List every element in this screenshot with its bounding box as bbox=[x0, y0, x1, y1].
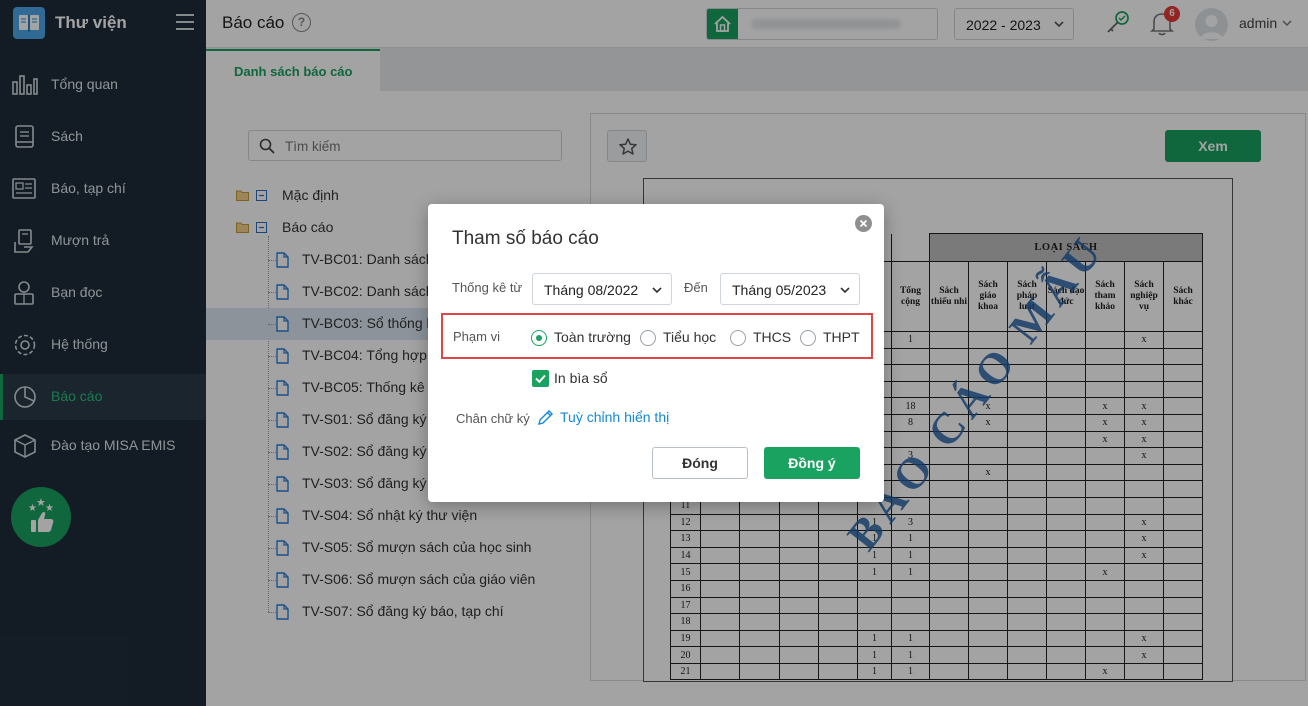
close-icon[interactable] bbox=[855, 215, 872, 232]
checkmark-icon bbox=[535, 374, 546, 384]
radio-unchecked-icon bbox=[730, 330, 746, 346]
radio-checked-icon bbox=[531, 330, 547, 346]
to-month-select[interactable]: Tháng 05/2023 bbox=[720, 273, 860, 305]
chevron-down-icon bbox=[652, 287, 662, 294]
customize-display-link[interactable]: Tuỳ chỉnh hiển thị bbox=[560, 409, 669, 425]
print-cover-checkbox[interactable] bbox=[532, 370, 549, 387]
print-cover-label[interactable]: In bìa sổ bbox=[554, 370, 608, 386]
to-month-value: Tháng 05/2023 bbox=[732, 282, 827, 298]
chevron-down-icon bbox=[840, 287, 850, 294]
from-month-select[interactable]: Tháng 08/2022 bbox=[532, 273, 672, 305]
from-month-value: Tháng 08/2022 bbox=[544, 282, 639, 298]
dialog-title: Tham số báo cáo bbox=[452, 228, 599, 249]
report-parameters-dialog: Tham số báo cáo Thống kê từ Tháng 08/202… bbox=[428, 204, 884, 502]
radio-label: THPT bbox=[823, 329, 860, 345]
radio-label: THCS bbox=[753, 329, 792, 345]
radio-label: Tiểu học bbox=[663, 329, 717, 345]
pencil-icon[interactable] bbox=[537, 409, 554, 426]
scope-highlight-box: Phạm vi Toàn trường Tiểu học THCS THPT bbox=[441, 313, 873, 359]
radio-unchecked-icon bbox=[800, 330, 816, 346]
signature-label: Chân chữ ký bbox=[456, 411, 530, 426]
ok-button[interactable]: Đồng ý bbox=[764, 447, 860, 479]
radio-unchecked-icon bbox=[640, 330, 656, 346]
from-label: Thống kê từ bbox=[452, 280, 523, 295]
scope-label: Phạm vi bbox=[453, 329, 500, 344]
to-label: Đến bbox=[684, 280, 708, 295]
cancel-button[interactable]: Đóng bbox=[652, 447, 748, 479]
radio-label: Toàn trường bbox=[554, 329, 631, 345]
